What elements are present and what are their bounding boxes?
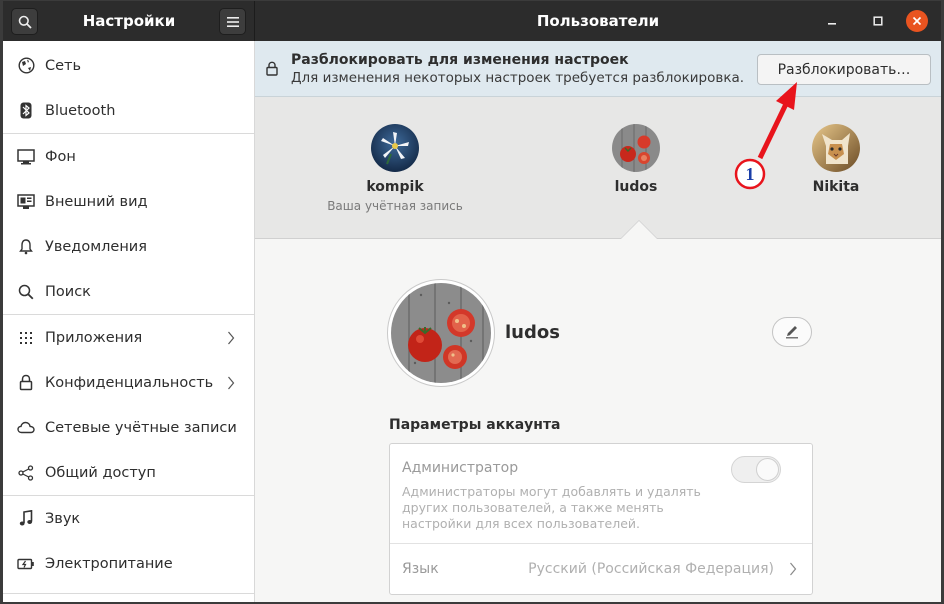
infobar-title: Разблокировать для изменения настроек — [291, 52, 629, 68]
language-value[interactable]: Русский (Российская Федерация) — [528, 561, 774, 577]
music-note-icon — [17, 510, 35, 528]
pencil-icon — [786, 326, 798, 339]
apps-grid-icon — [17, 329, 35, 347]
hamburger-menu-icon — [226, 16, 239, 27]
minimize-button[interactable] — [821, 10, 843, 32]
background-icon — [17, 148, 35, 166]
network-icon — [17, 57, 35, 75]
user-name: ludos — [614, 179, 658, 195]
selected-user-name: ludos — [505, 322, 560, 343]
sidebar-item-label: Приложения — [45, 329, 143, 346]
language-label[interactable]: Язык — [402, 561, 439, 577]
sidebar-item-label: Общий доступ — [45, 464, 156, 481]
edit-name-button[interactable] — [772, 317, 812, 347]
search-button[interactable] — [11, 8, 38, 35]
avatar — [371, 124, 419, 172]
sidebar-item-label: Конфиденциальность — [45, 374, 214, 391]
sidebar-item-network[interactable]: Сеть — [3, 43, 254, 88]
list-divider — [390, 543, 812, 544]
avatar — [612, 124, 660, 172]
sidebar-item-background[interactable]: Фон — [3, 134, 254, 179]
settings-sidebar: Сеть Bluetooth Фон Внешний вид Уведомлен… — [3, 41, 255, 602]
chevron-right-icon — [790, 562, 797, 576]
user-card-ludos[interactable]: ludos — [556, 97, 716, 239]
sidebar-item-label: Фон — [45, 148, 76, 165]
unlock-infobar: Разблокировать для изменения настроек Дл… — [255, 41, 941, 97]
menu-button[interactable] — [219, 8, 246, 35]
account-settings-list: Администратор Администраторы могут добав… — [389, 443, 813, 595]
user-card-kompik[interactable]: kompik Ваша учётная запись — [315, 97, 475, 239]
settings-window: Настройки Пользователи Сеть Bluetooth Фо… — [3, 1, 941, 602]
user-subtitle: Ваша учётная запись — [327, 199, 463, 213]
unlock-button[interactable]: Разблокировать… — [757, 54, 931, 85]
search-icon — [17, 283, 35, 301]
search-icon — [18, 15, 32, 29]
administrator-label: Администратор — [402, 460, 519, 476]
user-name: kompik — [366, 179, 424, 195]
maximize-icon — [873, 16, 883, 26]
sidebar-header: Настройки — [3, 1, 255, 41]
account-settings-title: Параметры аккаунта — [389, 417, 561, 433]
appearance-icon — [17, 193, 35, 211]
sidebar-item-label: Уведомления — [45, 238, 147, 255]
share-icon — [17, 464, 35, 482]
sidebar-item-bluetooth[interactable]: Bluetooth — [3, 88, 254, 133]
sidebar-item-label: Bluetooth — [45, 102, 116, 119]
sidebar-item-search[interactable]: Поиск — [3, 269, 254, 314]
sidebar-divider — [3, 593, 254, 594]
user-card-nikita[interactable]: Nikita — [756, 97, 916, 239]
sidebar-item-label: Сеть — [45, 57, 82, 74]
lock-icon — [266, 61, 278, 76]
user-carousel: kompik Ваша учётная запись ludos Nikita — [255, 97, 941, 239]
avatar — [812, 124, 860, 172]
sidebar-item-sound[interactable]: Звук — [3, 496, 254, 541]
sidebar-item-privacy[interactable]: Конфиденциальность — [3, 360, 254, 405]
minimize-icon — [828, 23, 836, 25]
sidebar-item-power[interactable]: Электропитание — [3, 541, 254, 586]
bluetooth-icon — [17, 102, 35, 120]
selection-pointer — [621, 221, 657, 239]
administrator-toggle[interactable] — [731, 456, 781, 483]
administrator-description: Администраторы могут добавлять и удалять… — [402, 484, 701, 531]
sidebar-item-appearance[interactable]: Внешний вид — [3, 179, 254, 224]
sidebar-item-label: Электропитание — [45, 555, 173, 572]
close-button[interactable] — [906, 10, 928, 32]
sidebar-item-notifications[interactable]: Уведомления — [3, 224, 254, 269]
power-icon — [17, 555, 35, 573]
header-bar: Настройки Пользователи — [3, 1, 941, 41]
users-panel: Разблокировать для изменения настроек Дл… — [255, 41, 941, 602]
sidebar-item-applications[interactable]: Приложения — [3, 315, 254, 360]
sidebar-item-label: Звук — [45, 510, 81, 527]
bell-icon — [17, 238, 35, 256]
sidebar-item-label: Сетевые учётные записи — [45, 419, 237, 436]
sidebar-title: Настройки — [82, 12, 176, 30]
toggle-knob — [756, 458, 779, 481]
close-icon — [912, 16, 922, 26]
sidebar-item-online-accounts[interactable]: Сетевые учётные записи — [3, 405, 254, 450]
infobar-subtitle: Для изменения некоторых настроек требует… — [291, 70, 745, 86]
user-avatar-large[interactable] — [387, 279, 495, 387]
avatar — [391, 283, 491, 383]
cloud-icon — [17, 419, 35, 437]
user-name: Nikita — [812, 179, 860, 195]
lock-icon — [17, 374, 35, 392]
sidebar-item-sharing[interactable]: Общий доступ — [3, 450, 254, 495]
sidebar-item-label: Внешний вид — [45, 193, 148, 210]
chevron-right-icon — [228, 376, 235, 389]
sidebar-item-label: Поиск — [45, 283, 91, 300]
chevron-right-icon — [228, 331, 235, 344]
maximize-button[interactable] — [867, 10, 889, 32]
